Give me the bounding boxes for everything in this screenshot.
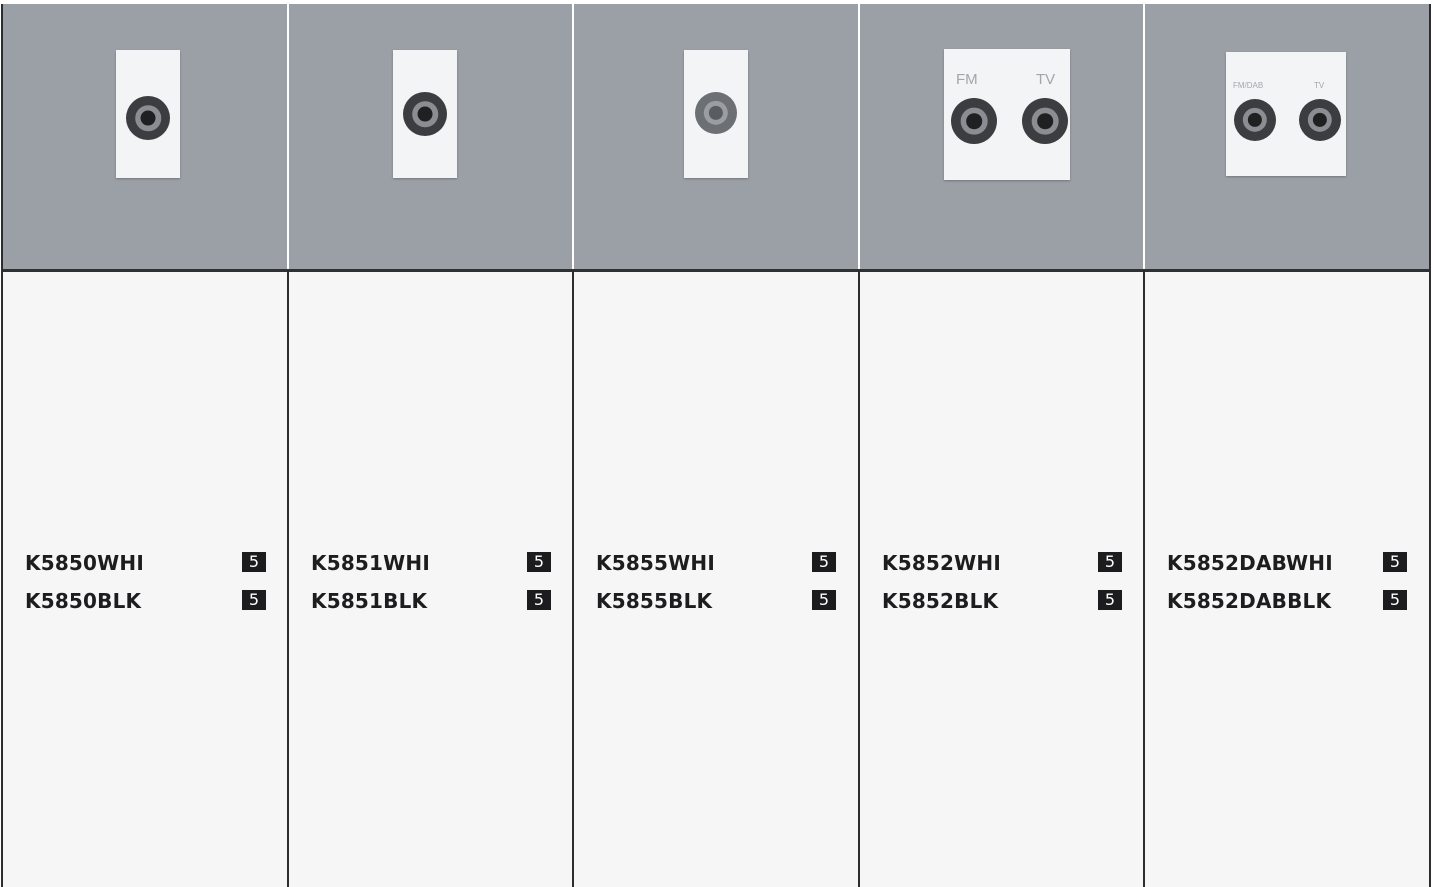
grid-divider-top — [858, 4, 860, 269]
product-code: K5855WHI — [596, 551, 716, 575]
pack-quantity-badge: 5 — [242, 552, 266, 572]
product-image-cell — [3, 4, 287, 272]
plate-label: FM — [956, 71, 978, 88]
grid-divider-top — [572, 4, 574, 269]
product-code: K5850BLK — [25, 589, 142, 613]
product-code: K5852DABBLK — [1167, 589, 1332, 613]
product-code: K5852WHI — [882, 551, 1002, 575]
product-info-cell: K5852WHI 5 K5852BLK 5 — [860, 272, 1144, 887]
product-code: K5851BLK — [311, 589, 428, 613]
product-column: K5850WHI 5 K5850BLK 5 — [3, 4, 287, 887]
product-code: K5850WHI — [25, 551, 145, 575]
pack-quantity-badge: 5 — [527, 590, 551, 610]
product-code: K5855BLK — [596, 589, 713, 613]
pack-quantity-badge: 5 — [1383, 590, 1407, 610]
product-image-cell — [289, 4, 573, 272]
product-code: K5852DABWHI — [1167, 551, 1333, 575]
product-code: K5851WHI — [311, 551, 431, 575]
coax-socket-icon — [1299, 99, 1341, 141]
product-column: FM/DAB TV K5852DABWHI 5 K5852DABBLK 5 — [1145, 4, 1431, 887]
plate-label: TV — [1314, 81, 1325, 90]
grid-divider-top — [287, 4, 289, 269]
pack-quantity-badge: 5 — [527, 552, 551, 572]
product-column: FM TV K5852WHI 5 K5852BLK 5 — [860, 4, 1144, 887]
plate-label: TV — [1036, 71, 1056, 88]
coax-socket-icon — [126, 96, 170, 140]
coax-socket-icon — [951, 98, 997, 144]
coax-socket-icon — [1234, 99, 1276, 141]
pack-quantity-badge: 5 — [812, 590, 836, 610]
pack-quantity-badge: 5 — [1383, 552, 1407, 572]
product-column: K5855WHI 5 K5855BLK 5 — [574, 4, 858, 887]
grid-divider — [1, 4, 3, 887]
product-info-cell: K5850WHI 5 K5850BLK 5 — [3, 272, 287, 887]
product-grid: K5850WHI 5 K5850BLK 5 K5851WHI 5 K5851BL… — [1, 4, 1431, 887]
product-info-cell: K5852DABWHI 5 K5852DABBLK 5 — [1145, 272, 1431, 887]
grid-divider-top — [1143, 4, 1145, 269]
pack-quantity-badge: 5 — [1098, 552, 1122, 572]
f-type-socket-icon — [695, 92, 737, 134]
product-info-cell: K5855WHI 5 K5855BLK 5 — [574, 272, 858, 887]
pack-quantity-badge: 5 — [242, 590, 266, 610]
grid-divider — [1429, 4, 1431, 887]
coax-socket-icon — [403, 92, 447, 136]
twin-coax-socket-plate-image: FM TV — [944, 49, 1070, 180]
single-coax-socket-plate-image — [116, 50, 180, 178]
product-image-cell — [574, 4, 858, 272]
single-coax-socket-plate-image — [393, 50, 457, 178]
product-column: K5851WHI 5 K5851BLK 5 — [289, 4, 573, 887]
twin-coax-socket-plate-image: FM/DAB TV — [1226, 52, 1346, 176]
product-image-cell: FM TV — [860, 4, 1144, 272]
product-info-cell: K5851WHI 5 K5851BLK 5 — [289, 272, 573, 887]
pack-quantity-badge: 5 — [1098, 590, 1122, 610]
pack-quantity-badge: 5 — [812, 552, 836, 572]
coax-socket-icon — [1022, 98, 1068, 144]
satellite-socket-plate-image — [684, 50, 748, 178]
plate-label: FM/DAB — [1233, 81, 1264, 90]
product-code: K5852BLK — [882, 589, 999, 613]
product-image-cell: FM/DAB TV — [1145, 4, 1431, 272]
